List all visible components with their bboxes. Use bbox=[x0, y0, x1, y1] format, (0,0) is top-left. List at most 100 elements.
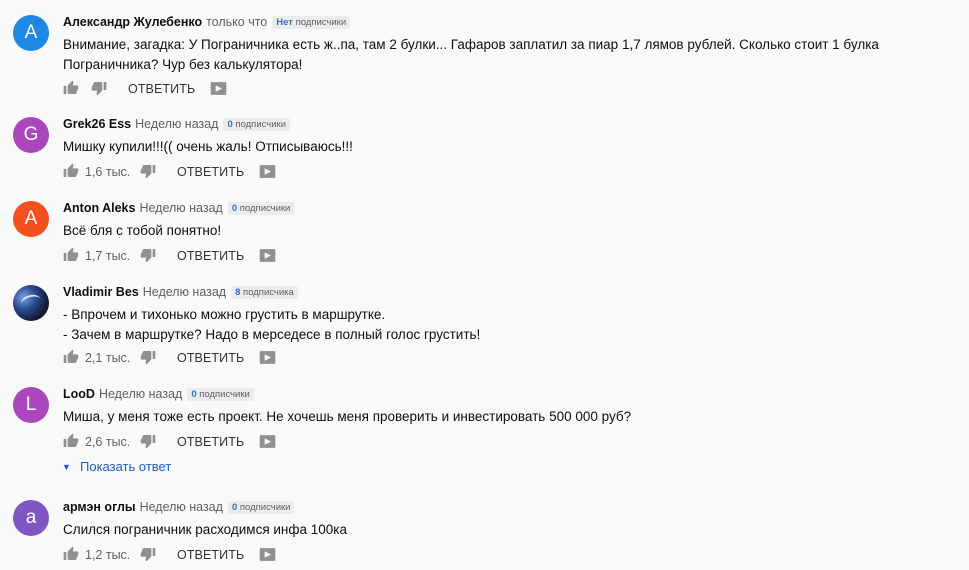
thumbs-up-icon bbox=[63, 433, 79, 447]
thumbs-down-icon bbox=[140, 548, 156, 562]
subscriber-badge: 0 подписчики bbox=[227, 501, 295, 514]
thumbs-down-icon bbox=[140, 249, 156, 263]
comment-text-line: - Впрочем и тихонько можно грустить в ма… bbox=[63, 307, 386, 322]
author-name[interactable]: LooD bbox=[63, 387, 95, 401]
comment-text: Всё бля с тобой понятно! bbox=[63, 223, 222, 238]
share-button[interactable] bbox=[258, 432, 277, 452]
reply-button[interactable]: ОТВЕТИТЬ bbox=[177, 432, 244, 452]
dislike-button[interactable] bbox=[140, 246, 156, 266]
reply-button[interactable]: ОТВЕТИТЬ bbox=[128, 79, 195, 99]
comment-text-line: - Зачем в маршрутке? Надо в мерседесе в … bbox=[63, 326, 481, 342]
dislike-button[interactable] bbox=[140, 162, 156, 182]
comment-time[interactable]: Неделю назад bbox=[135, 117, 218, 131]
like-button[interactable] bbox=[63, 432, 79, 452]
badge-count: 0 bbox=[191, 389, 197, 400]
badge-label: подписчики bbox=[235, 119, 286, 130]
reply-button[interactable]: ОТВЕТИТЬ bbox=[177, 162, 244, 182]
like-button[interactable] bbox=[63, 348, 79, 368]
avatar[interactable]: а bbox=[13, 500, 49, 536]
like-count: 1,6 тыс. bbox=[85, 165, 131, 179]
share-video-icon bbox=[259, 548, 276, 561]
dislike-button[interactable] bbox=[140, 432, 156, 452]
thumbs-up-icon bbox=[63, 546, 79, 560]
share-video-icon bbox=[259, 351, 276, 364]
like-button[interactable] bbox=[63, 79, 79, 99]
dislike-button[interactable] bbox=[140, 348, 156, 368]
comment-time[interactable]: только что bbox=[206, 15, 267, 29]
show-replies-button[interactable]: ▼ Показать ответ bbox=[62, 457, 171, 477]
badge-count: 0 bbox=[227, 119, 233, 130]
comment-header: Grek26 Ess Неделю назад 0 подписчики bbox=[63, 117, 290, 135]
thumbs-up-icon bbox=[63, 247, 79, 261]
share-video-icon bbox=[210, 82, 227, 95]
comment-text: Внимание, загадка: У Пограничника есть ж… bbox=[63, 37, 879, 72]
thumbs-down-icon bbox=[91, 82, 107, 96]
badge-label: подписчики bbox=[295, 17, 347, 28]
share-button[interactable] bbox=[258, 545, 277, 565]
share-video-icon bbox=[259, 435, 276, 448]
avatar[interactable] bbox=[13, 285, 49, 321]
badge-count: 0 bbox=[231, 203, 238, 214]
comment-text: Миша, у меня тоже есть проект. Не хочешь… bbox=[63, 409, 632, 424]
share-button[interactable] bbox=[258, 348, 277, 368]
comment-header: армэн оглы Неделю назад 0 подписчики bbox=[63, 500, 295, 518]
share-video-icon bbox=[259, 165, 276, 178]
comment-header: LooD Неделю назад 0 подписчики bbox=[63, 387, 254, 405]
badge-count: 8 bbox=[235, 287, 241, 298]
subscriber-badge: Нет подписчики bbox=[272, 16, 351, 29]
like-button[interactable] bbox=[63, 545, 79, 565]
comment-header: Anton Aleks Неделю назад 0 подписчики bbox=[63, 201, 295, 219]
badge-label: подписчики bbox=[199, 389, 250, 400]
like-count: 1,2 тыс. bbox=[85, 548, 131, 562]
subscriber-badge: 0 подписчики bbox=[227, 202, 295, 215]
avatar[interactable]: L bbox=[13, 387, 49, 423]
thumbs-down-icon bbox=[140, 435, 156, 449]
thumbs-down-icon bbox=[140, 165, 156, 179]
badge-label: подписчики bbox=[239, 203, 291, 214]
share-video-icon bbox=[259, 249, 276, 262]
like-button[interactable] bbox=[63, 162, 79, 182]
comment-time[interactable]: Неделю назад bbox=[139, 201, 222, 215]
badge-label: подписчики bbox=[239, 502, 291, 513]
share-button[interactable] bbox=[258, 162, 277, 182]
author-name[interactable]: армэн оглы bbox=[63, 500, 136, 514]
share-button[interactable] bbox=[258, 246, 277, 266]
avatar[interactable]: A bbox=[13, 201, 49, 237]
like-button[interactable] bbox=[63, 246, 79, 266]
show-replies-label: Показать ответ bbox=[80, 459, 172, 474]
comment-header: Vladimir Bes Неделю назад 8 подписчика bbox=[63, 285, 298, 303]
subscriber-badge: 0 подписчики bbox=[187, 388, 254, 401]
reply-button[interactable]: ОТВЕТИТЬ bbox=[177, 545, 244, 565]
reply-button[interactable]: ОТВЕТИТЬ bbox=[177, 348, 244, 368]
author-name[interactable]: Vladimir Bes bbox=[63, 285, 139, 299]
subscriber-badge: 8 подписчика bbox=[231, 286, 298, 299]
badge-label: подписчика bbox=[243, 287, 294, 298]
dislike-button[interactable] bbox=[91, 79, 107, 99]
comment-text: - Впрочем и тихонько можно грустить в ма… bbox=[63, 305, 943, 344]
comment-time[interactable]: Неделю назад bbox=[140, 500, 223, 514]
comment-text: Мишку купили!!!(( очень жаль! Отписываюс… bbox=[63, 139, 353, 154]
author-name[interactable]: Grek26 Ess bbox=[63, 117, 131, 131]
like-count: 1,7 тыс. bbox=[85, 249, 131, 263]
thumbs-down-icon bbox=[140, 351, 156, 365]
avatar[interactable]: G bbox=[13, 117, 49, 153]
badge-count: 0 bbox=[231, 502, 238, 513]
avatar[interactable]: А bbox=[13, 15, 49, 51]
comment-header: Александр Жулебенко только что Нет подписч… bbox=[63, 15, 351, 33]
caret-down-icon: ▼ bbox=[62, 462, 71, 472]
badge-count: Нет bbox=[276, 17, 293, 28]
author-name[interactable]: Anton Aleks bbox=[63, 201, 135, 215]
comment-time[interactable]: Неделю назад bbox=[99, 387, 182, 401]
thumbs-up-icon bbox=[63, 80, 79, 94]
thumbs-up-icon bbox=[63, 349, 79, 363]
subscriber-badge: 0 подписчики bbox=[223, 118, 290, 131]
share-button[interactable] bbox=[209, 79, 228, 99]
thumbs-up-icon bbox=[63, 163, 79, 177]
comment-time[interactable]: Неделю назад bbox=[143, 285, 226, 299]
like-count: 2,1 тыс. bbox=[85, 351, 131, 365]
reply-button[interactable]: ОТВЕТИТЬ bbox=[177, 246, 244, 266]
comment-text: Слился пограничник расходимся инфа 100ка bbox=[63, 522, 347, 537]
like-count: 2,6 тыс. bbox=[85, 435, 131, 449]
author-name[interactable]: Александр Жулебенко bbox=[63, 15, 202, 29]
dislike-button[interactable] bbox=[140, 545, 156, 565]
